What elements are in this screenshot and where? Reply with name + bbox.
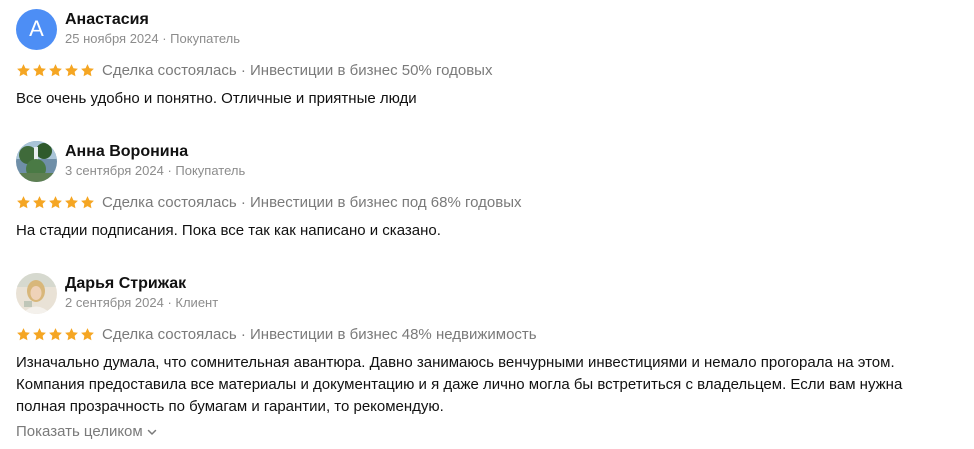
chevron-down-icon — [147, 427, 157, 437]
star-icon — [48, 63, 63, 78]
review-text: На стадии подписания. Пока все так как н… — [16, 222, 441, 239]
deal-info: Сделка состоялась · Инвестиции в бизнес … — [102, 325, 537, 343]
deal-info: Сделка состоялась · Инвестиции в бизнес … — [102, 193, 522, 211]
star-icon — [16, 195, 31, 210]
star-icon — [48, 195, 63, 210]
review-header: Анна Воронина 3 сентября 2024 · Покупате… — [16, 140, 956, 182]
review-card: А Анастасия 25 ноября 2024 · Покупатель … — [16, 8, 956, 110]
star-icon — [16, 327, 31, 342]
star-icon — [80, 327, 95, 342]
avatar[interactable]: А — [16, 8, 57, 50]
review-meta: Дарья Стрижак 2 сентября 2024 · Клиент — [65, 274, 218, 312]
star-rating — [16, 195, 96, 210]
star-icon — [64, 327, 79, 342]
star-icon — [32, 63, 47, 78]
review-text: Изначально думала, что сомнительная аван… — [16, 354, 903, 415]
star-icon — [48, 327, 63, 342]
rating-row: Сделка состоялась · Инвестиции в бизнес … — [16, 58, 956, 82]
star-icon — [64, 195, 79, 210]
review-date-role: 3 сентября 2024 · Покупатель — [65, 163, 246, 178]
deal-info: Сделка состоялась · Инвестиции в бизнес … — [102, 61, 493, 79]
star-icon — [32, 195, 47, 210]
review-date-role: 2 сентября 2024 · Клиент — [65, 295, 219, 310]
avatar-letter: А — [29, 16, 44, 41]
show-full-button[interactable]: Показать целиком — [16, 423, 157, 440]
reviewer-name[interactable]: Дарья Стрижак — [65, 274, 218, 294]
star-rating — [16, 63, 96, 78]
reviewer-name[interactable]: Анна Воронина — [65, 142, 245, 162]
review-meta: Анна Воронина 3 сентября 2024 · Покупате… — [65, 142, 245, 180]
review-header: А Анастасия 25 ноября 2024 · Покупатель — [16, 8, 956, 50]
review-header: Дарья Стрижак 2 сентября 2024 · Клиент — [16, 272, 956, 314]
star-rating — [16, 327, 96, 342]
star-icon — [64, 63, 79, 78]
avatar[interactable] — [16, 140, 57, 182]
user-photo-icon — [16, 140, 57, 182]
star-icon — [80, 195, 95, 210]
review-date-role: 25 ноября 2024 · Покупатель — [65, 31, 241, 46]
star-icon — [16, 63, 31, 78]
rating-row: Сделка состоялась · Инвестиции в бизнес … — [16, 190, 956, 214]
review-card: Анна Воронина 3 сентября 2024 · Покупате… — [16, 140, 956, 242]
avatar[interactable] — [16, 272, 57, 314]
star-icon — [32, 327, 47, 342]
star-icon — [80, 63, 95, 78]
review-meta: Анастасия 25 ноября 2024 · Покупатель — [65, 10, 240, 48]
show-full-label: Показать целиком — [16, 423, 143, 440]
user-photo-icon — [16, 272, 57, 314]
rating-row: Сделка состоялась · Инвестиции в бизнес … — [16, 322, 956, 346]
review-card: Дарья Стрижак 2 сентября 2024 · Клиент С… — [16, 272, 956, 441]
review-text: Все очень удобно и понятно. Отличные и п… — [16, 90, 417, 107]
reviewer-name[interactable]: Анастасия — [65, 10, 240, 30]
